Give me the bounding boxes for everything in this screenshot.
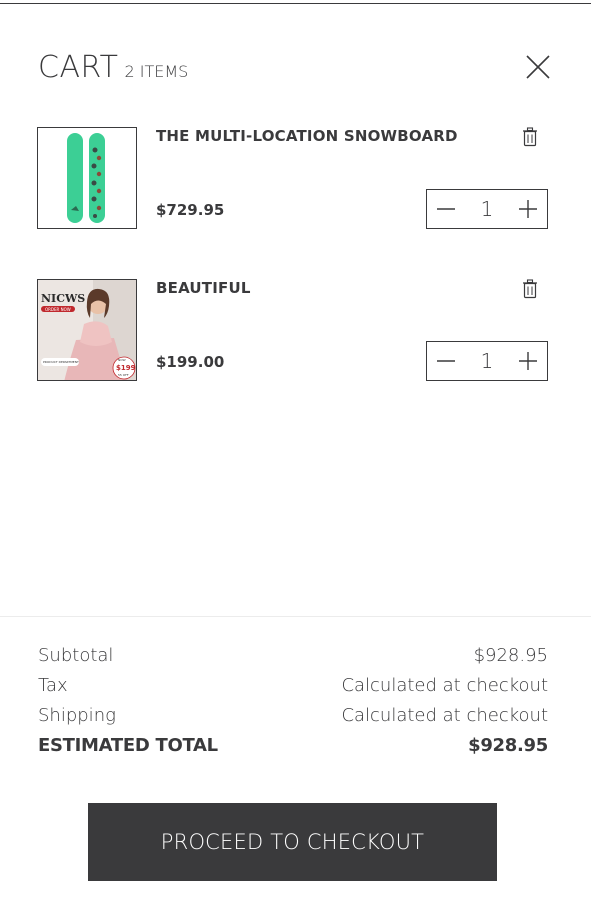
subtotal-value: $928.95 bbox=[473, 644, 548, 666]
close-icon bbox=[526, 55, 550, 79]
top-divider bbox=[0, 3, 591, 4]
footer-divider bbox=[0, 616, 591, 617]
cart-line-item: NICWS ORDER NOW PRODUCT DEPARTMENT NOW $… bbox=[37, 279, 551, 381]
quantity-value[interactable]: 1 bbox=[481, 349, 494, 373]
svg-text:55 OFF: 55 OFF bbox=[118, 373, 129, 377]
shipping-label: Shipping bbox=[38, 704, 116, 726]
svg-text:PRODUCT DEPARTMENT: PRODUCT DEPARTMENT bbox=[43, 360, 79, 364]
cart-header: CART 2 ITEMS bbox=[38, 50, 188, 85]
svg-text:NICWS: NICWS bbox=[41, 292, 85, 305]
close-button[interactable] bbox=[523, 52, 553, 82]
product-price: $729.95 bbox=[156, 201, 225, 219]
cart-line-item: THE MULTI-LOCATION SNOWBOARD $729.95 1 bbox=[37, 127, 551, 229]
tax-value: Calculated at checkout bbox=[341, 674, 548, 696]
minus-icon bbox=[437, 208, 455, 210]
snowboard-image bbox=[38, 128, 136, 228]
decrease-quantity-button[interactable] bbox=[427, 190, 465, 228]
subtotal-label: Subtotal bbox=[38, 644, 114, 666]
quantity-value[interactable]: 1 bbox=[481, 197, 494, 221]
decrease-quantity-button[interactable] bbox=[427, 342, 465, 380]
estimated-total-value: $928.95 bbox=[468, 734, 548, 756]
increase-quantity-button[interactable] bbox=[509, 190, 547, 228]
trash-icon bbox=[523, 127, 537, 147]
trash-icon bbox=[523, 279, 537, 299]
cart-title: CART bbox=[38, 50, 119, 85]
remove-item-button[interactable] bbox=[522, 127, 538, 147]
shipping-value: Calculated at checkout bbox=[341, 704, 548, 726]
product-name[interactable]: BEAUTIFUL bbox=[156, 279, 251, 297]
proceed-to-checkout-button[interactable]: PROCEED TO CHECKOUT bbox=[88, 803, 497, 881]
product-name[interactable]: THE MULTI-LOCATION SNOWBOARD bbox=[156, 127, 458, 145]
dress-model-image: NICWS ORDER NOW PRODUCT DEPARTMENT NOW $… bbox=[38, 280, 136, 380]
minus-icon bbox=[437, 360, 455, 362]
subtotal-row: Subtotal $928.95 bbox=[38, 640, 548, 670]
svg-text:ORDER NOW: ORDER NOW bbox=[45, 307, 71, 312]
svg-text:$199: $199 bbox=[116, 364, 136, 372]
quantity-stepper: 1 bbox=[426, 341, 548, 381]
cart-item-count: 2 ITEMS bbox=[124, 62, 189, 81]
increase-quantity-button[interactable] bbox=[509, 342, 547, 380]
remove-item-button[interactable] bbox=[522, 279, 538, 299]
plus-icon bbox=[518, 200, 537, 218]
quantity-stepper: 1 bbox=[426, 189, 548, 229]
product-price: $199.00 bbox=[156, 353, 225, 371]
shipping-row: Shipping Calculated at checkout bbox=[38, 700, 548, 730]
estimated-total-row: ESTIMATED TOTAL $928.95 bbox=[38, 730, 548, 760]
estimated-total-label: ESTIMATED TOTAL bbox=[38, 734, 218, 756]
order-summary: Subtotal $928.95 Tax Calculated at check… bbox=[38, 640, 548, 760]
svg-text:NOW: NOW bbox=[118, 358, 126, 362]
product-image[interactable]: NICWS ORDER NOW PRODUCT DEPARTMENT NOW $… bbox=[37, 279, 137, 381]
tax-row: Tax Calculated at checkout bbox=[38, 670, 548, 700]
tax-label: Tax bbox=[38, 674, 68, 696]
plus-icon bbox=[518, 352, 537, 370]
product-image[interactable] bbox=[37, 127, 137, 229]
